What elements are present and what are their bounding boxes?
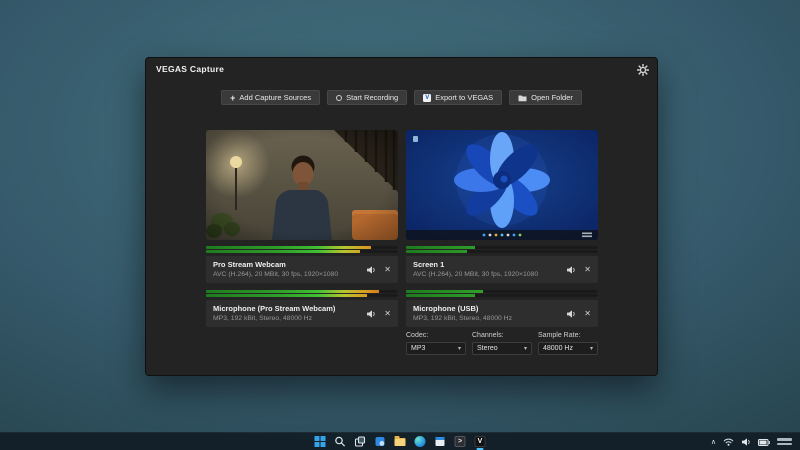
vegas-app-icon: V [475,436,486,447]
vegas-logo-icon: V [423,94,431,102]
store-icon [436,437,445,446]
add-capture-sources-label: Add Capture Sources [239,93,311,102]
widgets-button[interactable] [374,435,387,448]
codec-setting: Codec: MP3 ▾ [406,332,466,355]
source-card-webcam: Pro Stream Webcam AVC (H.264), 20 MBit, … [206,256,398,283]
desktop-background: VEGAS Capture + Add Capture Sources [0,0,800,450]
source-card-mic-usb: Microphone (USB) MP3, 192 kBit, Stereo, … [406,300,598,327]
toolbar: + Add Capture Sources Start Recording V … [146,90,657,105]
mute-toggle-button[interactable] [566,310,576,318]
settings-button[interactable] [637,63,649,75]
export-to-vegas-button[interactable]: V Export to VEGAS [414,90,502,105]
mute-toggle-button[interactable] [566,266,576,274]
channels-label: Channels: [472,332,532,339]
speaker-icon [741,438,751,446]
source-card-screen: Screen 1 AVC (H.264), 20 MBit, 30 fps, 1… [406,256,598,283]
os-taskbar: > V ∧ [0,432,800,450]
sample-rate-setting: Sample Rate: 48000 Hz ▾ [538,332,598,355]
wifi-icon [723,438,734,446]
windows-logo-icon [315,436,326,447]
source-name: Pro Stream Webcam [213,260,391,269]
sample-rate-dropdown[interactable]: 48000 Hz ▾ [538,342,598,355]
source-name: Microphone (USB) [413,304,591,313]
sample-rate-label: Sample Rate: [538,332,598,339]
capture-columns: Pro Stream Webcam AVC (H.264), 20 MBit, … [206,130,598,355]
export-to-vegas-label: Export to VEGAS [435,93,493,102]
tray-chevron-button[interactable]: ∧ [711,438,716,446]
gear-icon [637,64,649,76]
wifi-button[interactable] [723,433,734,450]
start-recording-label: Start Recording [346,93,398,102]
add-capture-sources-button[interactable]: + Add Capture Sources [221,90,320,105]
remove-source-button[interactable]: ✕ [584,266,591,274]
start-recording-button[interactable]: Start Recording [327,90,407,105]
webcam-column: Pro Stream Webcam AVC (H.264), 20 MBit, … [206,130,398,355]
clock-date-display[interactable] [777,438,792,445]
codec-label: Codec: [406,332,466,339]
source-details: MP3, 192 kBit, Stereo, 48000 Hz [413,315,553,322]
vegas-capture-taskbar-button[interactable]: V [474,435,487,448]
audio-settings: Codec: MP3 ▾ Channels: Stereo ▾ [406,332,598,355]
speaker-icon [566,266,576,274]
mic-usb-audio-meter [406,290,598,297]
vegas-capture-window: VEGAS Capture + Add Capture Sources [145,57,658,376]
channels-setting: Channels: Stereo ▾ [472,332,532,355]
task-view-icon [355,436,366,447]
edge-button[interactable] [414,435,427,448]
screen-audio-meter [406,246,598,253]
codec-value: MP3 [411,345,425,352]
source-name: Microphone (Pro Stream Webcam) [213,304,391,313]
chevron-down-icon: ▾ [590,345,593,352]
mute-toggle-button[interactable] [366,310,376,318]
record-icon [336,95,342,101]
edge-icon [415,436,426,447]
codec-dropdown[interactable]: MP3 ▾ [406,342,466,355]
terminal-button[interactable]: > [454,435,467,448]
search-button[interactable] [334,435,347,448]
battery-button[interactable] [758,433,770,450]
screen-column: Screen 1 AVC (H.264), 20 MBit, 30 fps, 1… [406,130,598,355]
store-button[interactable] [434,435,447,448]
folder-icon [395,438,406,446]
webcam-audio-meter [206,246,398,253]
mute-toggle-button[interactable] [366,266,376,274]
folder-icon [518,94,527,102]
channels-dropdown[interactable]: Stereo ▾ [472,342,532,355]
webcam-preview [206,130,398,240]
chevron-down-icon: ▾ [458,345,461,352]
search-icon [335,436,346,447]
screen-video-frame [406,130,598,240]
window-title: VEGAS Capture [156,64,224,74]
file-explorer-button[interactable] [394,435,407,448]
screen-preview [406,130,598,240]
remove-source-button[interactable]: ✕ [384,266,391,274]
speaker-icon [366,310,376,318]
taskbar-center-icons: > V [314,433,487,450]
open-folder-button[interactable]: Open Folder [509,90,582,105]
chevron-down-icon: ▾ [524,345,527,352]
remove-source-button[interactable]: ✕ [384,310,391,318]
task-view-button[interactable] [354,435,367,448]
remove-source-button[interactable]: ✕ [584,310,591,318]
source-details: AVC (H.264), 20 MBit, 30 fps, 1920×1080 [213,271,353,278]
plus-icon: + [230,95,235,101]
source-details: MP3, 192 kBit, Stereo, 48000 Hz [213,315,353,322]
speaker-icon [566,310,576,318]
sample-rate-value: 48000 Hz [543,345,573,352]
widgets-icon [375,436,386,447]
mic-webcam-audio-meter [206,290,398,297]
speaker-icon [366,266,376,274]
system-tray: ∧ [711,433,792,450]
terminal-icon: > [455,436,466,447]
source-card-mic-webcam: Microphone (Pro Stream Webcam) MP3, 192 … [206,300,398,327]
open-folder-label: Open Folder [531,93,573,102]
channels-value: Stereo [477,345,498,352]
titlebar[interactable]: VEGAS Capture [146,58,657,80]
source-name: Screen 1 [413,260,591,269]
battery-icon [758,439,770,446]
volume-button[interactable] [741,433,751,450]
start-button[interactable] [314,435,327,448]
source-details: AVC (H.264), 20 MBit, 30 fps, 1920×1080 [413,271,553,278]
webcam-video-frame [206,130,398,240]
